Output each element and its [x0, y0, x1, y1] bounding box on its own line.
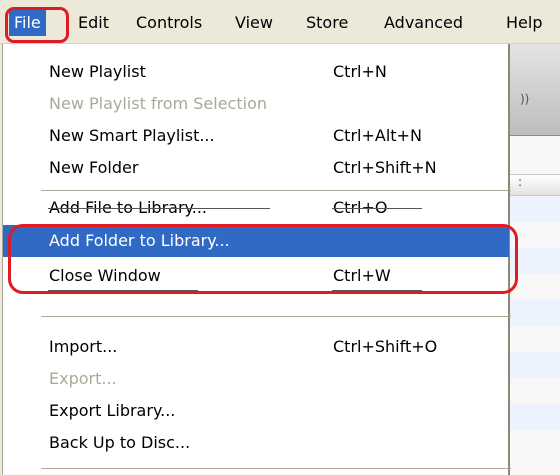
menu-separator — [41, 190, 511, 191]
menu-item-export: Export... — [3, 363, 509, 395]
menu-item-new-folder[interactable]: New Folder Ctrl+Shift+N — [3, 152, 509, 184]
menu-item-new-playlist-from-selection: New Playlist from Selection — [3, 88, 509, 120]
annotation-overlap-line — [48, 208, 270, 209]
menu-bar: File Edit Controls View Store Advanced H… — [0, 0, 560, 44]
menu-controls[interactable]: Controls — [136, 10, 202, 36]
annotation-highlight-file-menu — [5, 7, 69, 43]
player-display: )) — [510, 44, 560, 136]
menu-item-label: New Smart Playlist... — [49, 126, 215, 145]
menu-item-shortcut: Ctrl+Shift+O — [333, 337, 438, 356]
menu-item-shortcut: Ctrl+Alt+N — [333, 126, 422, 145]
column-header[interactable]: : — [510, 174, 560, 196]
annotation-highlight-add-folder — [8, 224, 518, 294]
table-row[interactable] — [510, 378, 560, 404]
menu-item-shortcut: Ctrl+N — [333, 62, 387, 81]
menu-item-label: New Playlist from Selection — [49, 94, 267, 113]
annotation-overlap-line — [332, 208, 422, 209]
menu-item-label: Back Up to Disc... — [49, 433, 191, 452]
menu-separator — [41, 316, 511, 317]
table-row[interactable] — [510, 196, 560, 222]
menu-edit[interactable]: Edit — [78, 10, 109, 36]
menu-item-new-smart-playlist[interactable]: New Smart Playlist... Ctrl+Alt+N — [3, 120, 509, 152]
menu-item-label: New Folder — [49, 158, 139, 177]
menu-item-new-playlist[interactable]: New Playlist Ctrl+N — [3, 56, 509, 88]
table-row[interactable] — [510, 352, 560, 378]
menu-item-back-up-to-disc[interactable]: Back Up to Disc... — [3, 427, 509, 459]
menu-item-label: Import... — [49, 337, 118, 356]
menu-item-export-library[interactable]: Export Library... — [3, 395, 509, 427]
menu-item-import[interactable]: Import... Ctrl+Shift+O — [3, 331, 509, 363]
menu-separator — [41, 468, 511, 469]
table-row[interactable] — [510, 430, 560, 456]
table-row[interactable] — [510, 326, 560, 352]
table-row[interactable] — [510, 404, 560, 430]
menu-item-label: New Playlist — [49, 62, 146, 81]
menu-store[interactable]: Store — [306, 10, 348, 36]
menu-item-label: Export Library... — [49, 401, 176, 420]
menu-help[interactable]: Help — [506, 10, 542, 36]
speaker-icon: )) — [520, 92, 530, 106]
menu-view[interactable]: View — [235, 10, 273, 36]
menu-advanced[interactable]: Advanced — [384, 10, 463, 36]
menu-item-shortcut: Ctrl+Shift+N — [333, 158, 437, 177]
table-row[interactable] — [510, 300, 560, 326]
menu-item-label: Export... — [49, 369, 117, 388]
